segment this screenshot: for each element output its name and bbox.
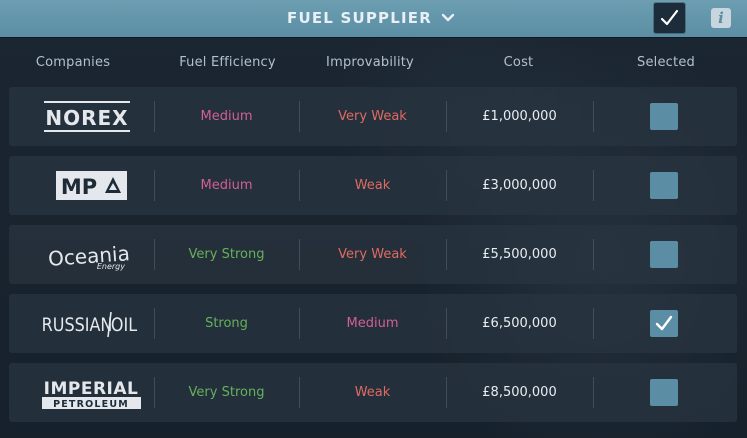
- select-checkbox[interactable]: [650, 241, 678, 268]
- table-row[interactable]: Oceania Energy Very Strong Very Weak £5,…: [9, 225, 737, 284]
- check-icon: [655, 315, 673, 331]
- imperial-petroleum-logo: IMPERIAL PETROLEUM: [17, 363, 147, 422]
- info-button[interactable]: i: [711, 8, 731, 28]
- table-row[interactable]: NOREX Medium Very Weak £1,000,000: [9, 87, 737, 146]
- cost-value: £6,500,000: [482, 316, 557, 331]
- improvability-value: Very Weak: [338, 109, 407, 124]
- svg-text:MP: MP: [61, 175, 97, 199]
- improvability-value: Very Weak: [338, 247, 407, 262]
- cost-value: £8,500,000: [482, 385, 557, 400]
- svg-text:RUSSIAN: RUSSIAN: [42, 315, 113, 336]
- column-header-companies: Companies: [35, 55, 111, 70]
- column-header-improvability: Improvability: [326, 55, 414, 70]
- column-header-efficiency: Fuel Efficiency: [179, 55, 276, 70]
- improvability-value: Weak: [354, 385, 391, 400]
- efficiency-value: Medium: [200, 178, 253, 193]
- table-row[interactable]: MP Medium Weak £3,000,000: [9, 156, 737, 215]
- efficiency-value: Medium: [200, 109, 253, 124]
- oceania-logo: Oceania Energy: [17, 225, 147, 284]
- svg-text:NOREX: NOREX: [45, 106, 128, 130]
- select-checkbox[interactable]: [650, 172, 678, 199]
- svg-text:OIL: OIL: [111, 315, 138, 336]
- russian-oil-logo: RUSSIAN OIL: [17, 294, 147, 353]
- improvability-value: Medium: [346, 316, 399, 331]
- cost-value: £5,500,000: [482, 247, 557, 262]
- norex-logo: NOREX: [17, 87, 147, 146]
- mp-logo: MP: [17, 156, 147, 215]
- page-title: FUEL SUPPLIER: [287, 9, 432, 27]
- svg-text:IMPERIAL: IMPERIAL: [44, 379, 139, 399]
- select-checkbox[interactable]: [650, 103, 678, 130]
- table-row[interactable]: RUSSIAN OIL Strong Medium £6,500,000: [9, 294, 737, 353]
- efficiency-value: Very Strong: [188, 247, 265, 262]
- efficiency-value: Strong: [205, 316, 248, 331]
- cost-value: £1,000,000: [482, 109, 557, 124]
- cost-value: £3,000,000: [482, 178, 557, 193]
- column-header-selected: Selected: [637, 55, 695, 70]
- improvability-value: Weak: [354, 178, 391, 193]
- table-row[interactable]: IMPERIAL PETROLEUM Very Strong Weak £8,5…: [9, 363, 737, 422]
- header-bar: FUEL SUPPLIER i: [0, 0, 747, 37]
- svg-text:Energy: Energy: [97, 262, 125, 271]
- select-checkbox[interactable]: [650, 310, 678, 337]
- check-icon: [660, 9, 679, 26]
- confirm-button[interactable]: [654, 3, 685, 33]
- chevron-down-icon[interactable]: [440, 12, 456, 24]
- column-header-cost: Cost: [503, 55, 534, 70]
- select-checkbox[interactable]: [650, 379, 678, 406]
- svg-text:PETROLEUM: PETROLEUM: [53, 399, 129, 410]
- efficiency-value: Very Strong: [188, 385, 265, 400]
